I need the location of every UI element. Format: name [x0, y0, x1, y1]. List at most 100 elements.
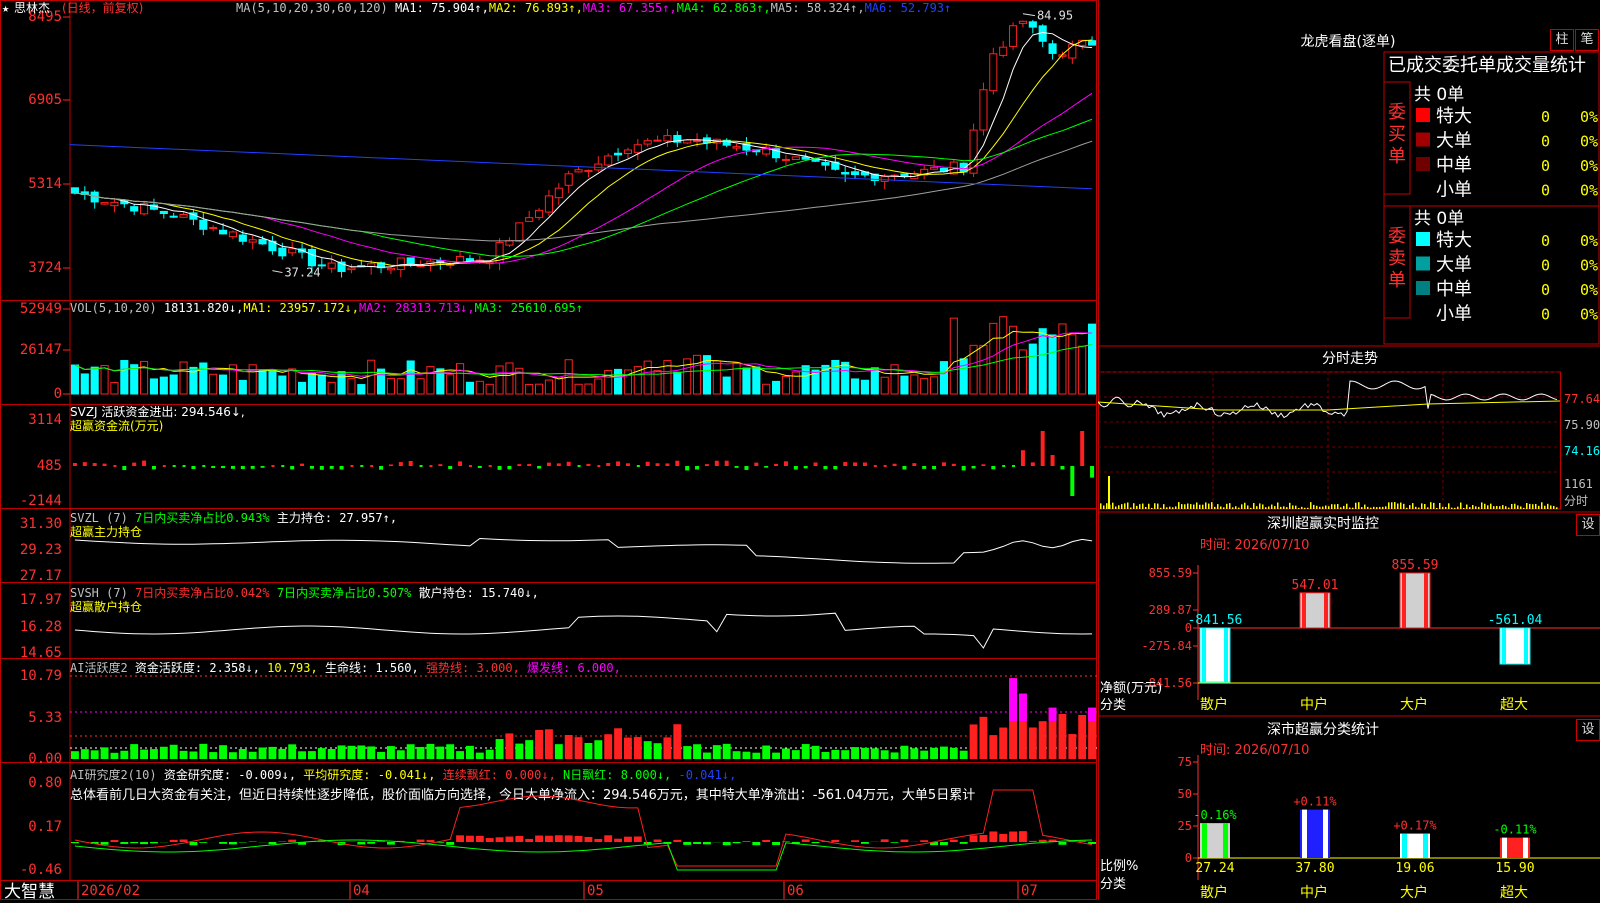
- minute-vol-bar: [1541, 502, 1543, 509]
- legend-swatch: [1416, 281, 1430, 295]
- price-tick: 3724: [28, 260, 62, 276]
- volume-bar: [1039, 329, 1046, 394]
- candle: [822, 163, 829, 166]
- activity-bar: [1029, 727, 1037, 759]
- sz-settings-button[interactable]: 设: [1576, 514, 1600, 536]
- research-bar: [496, 837, 504, 842]
- candle: [980, 90, 987, 130]
- kline-chart[interactable]: 849569055314372484.9537.24★思林杰(日线，前复权)MA…: [0, 0, 1098, 900]
- minute-vol-bar: [1397, 504, 1399, 509]
- legend-swatch: [1416, 108, 1430, 122]
- side-total: 共 0单: [1414, 209, 1464, 229]
- flow-bar: [902, 466, 906, 470]
- candle: [180, 215, 187, 218]
- flow-bar: [1080, 431, 1084, 466]
- candle: [545, 196, 552, 212]
- minute-vol-bar: [1550, 505, 1552, 509]
- flow-bar: [527, 464, 531, 466]
- volume-bar: [299, 382, 306, 394]
- flow-bar: [261, 466, 265, 468]
- activity-bar: [950, 748, 958, 759]
- minute-vol-bar: [1505, 506, 1507, 509]
- minute-vol-bar: [1349, 508, 1351, 509]
- sz-time: 时间: 2026/07/10: [1200, 538, 1309, 553]
- minute-vol-bar: [1439, 503, 1441, 509]
- activity-bar: [170, 745, 178, 759]
- activity-bar: [654, 743, 662, 759]
- flow-bar: [498, 466, 502, 470]
- minute-vol-bar: [1322, 507, 1324, 509]
- candle: [575, 170, 582, 172]
- activity-bar: [367, 746, 375, 759]
- svsh-tick: 16.28: [20, 619, 62, 635]
- volume-bar: [269, 370, 276, 394]
- flow-bar: [626, 463, 630, 466]
- svzj-tick: 3114: [28, 412, 62, 428]
- sz-bar-edge: [1202, 628, 1206, 682]
- flow-bar: [221, 466, 225, 468]
- annotation-leader: [1023, 14, 1035, 16]
- volume-bar: [644, 361, 651, 394]
- minute-vol-bar: [1529, 504, 1531, 509]
- class-time: 时间: 2026/07/10: [1200, 743, 1309, 758]
- research-bar: [505, 837, 513, 842]
- class-settings-button[interactable]: 设: [1576, 719, 1600, 741]
- candle: [852, 172, 859, 175]
- candle: [407, 258, 414, 264]
- minute-vol-bar: [1271, 505, 1273, 509]
- flow-bar: [725, 461, 729, 466]
- class-category: 超大: [1500, 885, 1528, 900]
- indicator-item: MA5: 58.324↑,: [771, 1, 865, 15]
- flow-bar: [705, 464, 709, 466]
- flow-bar: [804, 466, 808, 468]
- activity-bar: [713, 745, 721, 759]
- indicator-item: MA1: 23957.172↓,: [243, 301, 359, 315]
- class-change: -0.16%: [1193, 808, 1237, 822]
- minute-vol-bar: [1490, 504, 1492, 509]
- candle: [111, 202, 118, 205]
- sz-bar-edge: [1302, 593, 1306, 628]
- minute-vol-bar: [1286, 507, 1288, 509]
- minute-vol-bar: [1100, 503, 1102, 509]
- research-bar: [802, 839, 810, 842]
- activity-burst: [1088, 708, 1096, 721]
- stock-mode: (日线，前复权): [62, 0, 143, 15]
- main-chart-area[interactable]: 849569055314372484.9537.24★思林杰(日线，前复权)MA…: [0, 0, 1098, 900]
- activity-bar: [733, 751, 741, 759]
- flow-bar: [814, 463, 818, 466]
- volume-bar: [397, 379, 404, 394]
- research-bar: [1039, 840, 1047, 842]
- tab-bar-button[interactable]: 柱: [1550, 29, 1574, 51]
- minute-vol-bar: [1364, 505, 1366, 509]
- activity-burst: [1009, 678, 1017, 721]
- activity-bar: [308, 751, 316, 759]
- research-bar: [268, 842, 276, 844]
- svzl-line: [75, 539, 1092, 564]
- app-logo: 大智慧: [4, 882, 55, 900]
- flow-bar: [764, 466, 768, 468]
- tab-pen-button[interactable]: 笔: [1575, 29, 1599, 51]
- row-pct: 0%: [1580, 281, 1598, 299]
- activity-bar: [160, 747, 168, 759]
- vol-tick: 0: [54, 386, 62, 402]
- vol-ma-line: [75, 344, 1092, 375]
- flow-bar: [399, 462, 403, 466]
- minute-vol-bar: [1409, 505, 1411, 509]
- minute-vol-bar: [1238, 508, 1240, 509]
- sz-bar-edge: [1424, 573, 1428, 628]
- minute-vol-bar: [1130, 507, 1132, 509]
- research-bar: [604, 835, 612, 842]
- flow-bar: [853, 462, 857, 466]
- volume-bar: [220, 375, 227, 394]
- flow-tick: [173, 465, 176, 467]
- minute-vol-bar: [1337, 504, 1339, 509]
- volume-bar: [526, 384, 533, 394]
- class-category: 中户: [1300, 884, 1328, 900]
- flow-bar: [656, 463, 660, 466]
- svzj-tick: -2144: [20, 493, 62, 509]
- side-label-char: 委: [1388, 226, 1406, 247]
- minute-price-tick: 75.90: [1564, 418, 1600, 432]
- minute-vol-label: 分时: [1564, 494, 1588, 508]
- ai-tick: 10.79: [20, 668, 62, 684]
- research-bar: [960, 842, 968, 844]
